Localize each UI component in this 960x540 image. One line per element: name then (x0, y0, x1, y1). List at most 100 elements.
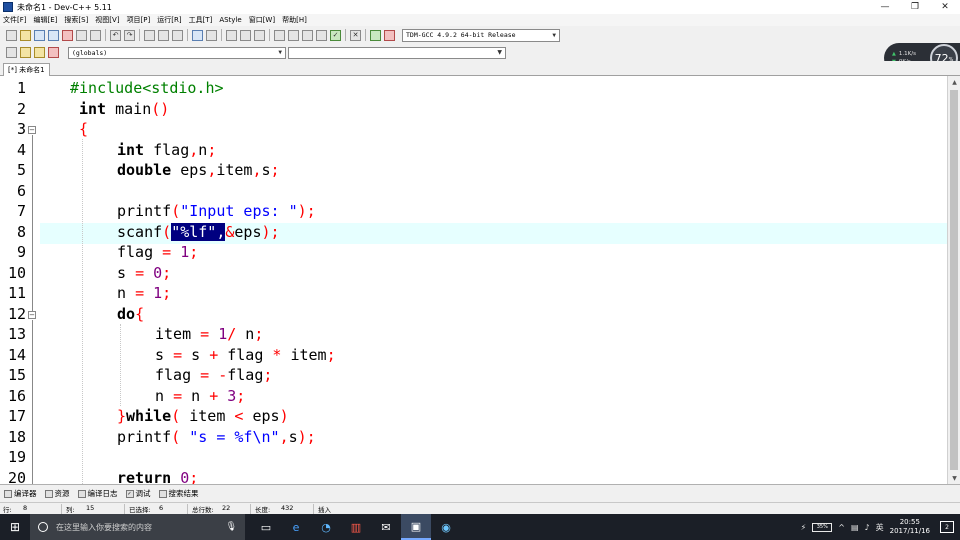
tab-compiler[interactable]: 编译器 (4, 488, 37, 499)
class-browser-icon[interactable] (34, 47, 45, 58)
line-number: 14 (7, 345, 26, 364)
close-file-icon[interactable] (62, 29, 73, 41)
scroll-down-icon[interactable]: ▼ (948, 472, 960, 484)
menu-search[interactable]: 搜索[S] (64, 15, 88, 25)
editor-tab-bar: [*] 未命名1 (0, 61, 960, 76)
scrollbar-thumb[interactable] (950, 90, 958, 470)
save-all-icon[interactable] (48, 29, 59, 41)
status-separator (187, 503, 188, 514)
devcpp-taskbar-icon[interactable]: ▣ (401, 514, 431, 540)
undo-icon[interactable]: ↶ (110, 29, 121, 41)
open-file-icon[interactable] (20, 29, 31, 41)
new-project-icon[interactable] (274, 29, 285, 41)
menu-window[interactable]: 窗口[W] (249, 15, 275, 25)
fold-toggle-icon[interactable]: − (28, 126, 36, 134)
task-view-icon[interactable]: ▭ (251, 514, 281, 540)
edge-icon[interactable]: e (281, 514, 311, 540)
status-column: 列: 15 (66, 503, 95, 514)
code-text: #include<stdio.h> (70, 79, 224, 97)
volume-icon[interactable]: ♪ (865, 523, 870, 532)
menu-astyle[interactable]: AStyle (219, 16, 241, 24)
menu-file[interactable]: 文件[F] (3, 15, 27, 25)
indent-right-icon[interactable] (240, 29, 251, 41)
battery-indicator[interactable]: 35% (812, 522, 833, 532)
compiler-select-value: TDM-GCC 4.9.2 64-bit Release (406, 31, 516, 39)
line-number: 18 (7, 427, 26, 446)
compile-log-icon (77, 489, 86, 498)
menu-view[interactable]: 视图[V] (95, 15, 119, 25)
menu-tools[interactable]: 工具[T] (189, 15, 213, 25)
line-number: 9 (16, 243, 26, 261)
bookmark-icon[interactable] (254, 29, 265, 41)
chevron-down-icon: ▼ (552, 31, 556, 39)
show-hidden-icon[interactable]: ^ (838, 523, 845, 532)
code-line-4: int flag,n; (117, 140, 217, 159)
toolbar-separator (105, 29, 106, 41)
goto-line-icon[interactable] (192, 29, 203, 41)
code-line-10: s = 0; (117, 263, 172, 282)
function-select[interactable]: ▼ (288, 46, 506, 59)
code-line-16: n = n + 3; (155, 386, 246, 405)
plug-icon[interactable]: ⚡ (801, 523, 807, 532)
insert-icon[interactable] (48, 47, 59, 58)
add-to-project-icon[interactable] (302, 29, 313, 41)
tab-compile-log[interactable]: 编译日志 (77, 488, 118, 499)
status-separator (124, 503, 125, 514)
app-red-icon[interactable]: ▥ (341, 514, 371, 540)
profile-icon[interactable] (370, 29, 381, 41)
project-options-icon[interactable] (288, 29, 299, 41)
code-editor[interactable]: 1 2 3 4 5 6 7 8 9 10 11 12 13 14 15 16 1… (0, 76, 947, 484)
debug-icon[interactable] (384, 29, 395, 41)
menu-edit[interactable]: 编辑[E] (34, 15, 58, 25)
clock-app-icon[interactable]: ◔ (311, 514, 341, 540)
vertical-scrollbar[interactable]: ▲ ▼ (947, 76, 960, 484)
selected-text[interactable]: "%lf", (171, 222, 226, 241)
network-icon[interactable]: ▤ (851, 523, 859, 532)
compile-icon[interactable] (316, 29, 327, 41)
find-next-icon[interactable] (172, 29, 183, 41)
line-number: 5 (16, 161, 26, 179)
tab-debug[interactable]: ✓ 调试 (125, 488, 151, 499)
taskbar-clock[interactable]: 20:55 2017/11/16 (890, 518, 930, 536)
maximize-button[interactable]: ❐ (900, 0, 930, 14)
tab-resources[interactable]: 资源 (44, 488, 70, 499)
microphone-icon[interactable]: 🎙 (226, 522, 237, 532)
status-row: 行: 8 (3, 503, 28, 514)
indent-left-icon[interactable] (226, 29, 237, 41)
ime-indicator[interactable]: 英 (876, 522, 884, 533)
minimize-button[interactable]: — (870, 0, 900, 14)
taskbar-search-box[interactable]: 在这里输入你要搜索的内容 🎙 (30, 514, 245, 540)
line-number: 1 (16, 79, 26, 97)
close-all-icon[interactable] (76, 29, 87, 41)
fullscreen-icon[interactable] (206, 29, 217, 41)
replace-icon[interactable] (158, 29, 169, 41)
fold-toggle-icon[interactable]: − (28, 311, 36, 319)
notification-center-icon[interactable]: 2 (940, 521, 954, 533)
new-file-icon[interactable] (6, 29, 17, 41)
compiler-select[interactable]: TDM-GCC 4.9.2 64-bit Release ▼ (402, 28, 560, 42)
redo-icon[interactable]: ↷ (124, 29, 135, 41)
line-number: 13 (7, 325, 26, 343)
code-line-7: printf("Input eps: "); (117, 202, 316, 220)
tab-untitled-1[interactable]: [*] 未命名1 (3, 63, 50, 76)
stop-icon[interactable]: ✕ (350, 29, 361, 41)
close-button[interactable]: ✕ (930, 0, 960, 14)
tab-search-results[interactable]: 搜索结果 (158, 488, 199, 499)
menu-project[interactable]: 项目[P] (127, 15, 151, 25)
scroll-up-icon[interactable]: ▲ (948, 76, 960, 88)
print-icon[interactable] (90, 29, 101, 41)
goto-declaration-icon[interactable] (6, 47, 17, 58)
line-number: 20 (7, 468, 26, 485)
menu-help[interactable]: 帮助[H] (282, 15, 307, 25)
code-line-3: { (79, 119, 88, 140)
mail-icon[interactable]: ✉ (371, 514, 401, 540)
scope-select[interactable]: (globals) ▼ (68, 46, 286, 59)
goto-definition-icon[interactable] (20, 47, 31, 58)
windows-start-icon[interactable]: ⊞ (0, 514, 30, 540)
menu-run[interactable]: 运行[R] (157, 15, 181, 25)
find-icon[interactable] (144, 29, 155, 41)
title-bar: 未命名1 - Dev-C++ 5.11 — ❐ ✕ (0, 0, 960, 14)
save-icon[interactable] (34, 29, 45, 41)
check-syntax-icon[interactable]: ✓ (330, 29, 341, 41)
app-blue-icon[interactable]: ◉ (431, 514, 461, 540)
